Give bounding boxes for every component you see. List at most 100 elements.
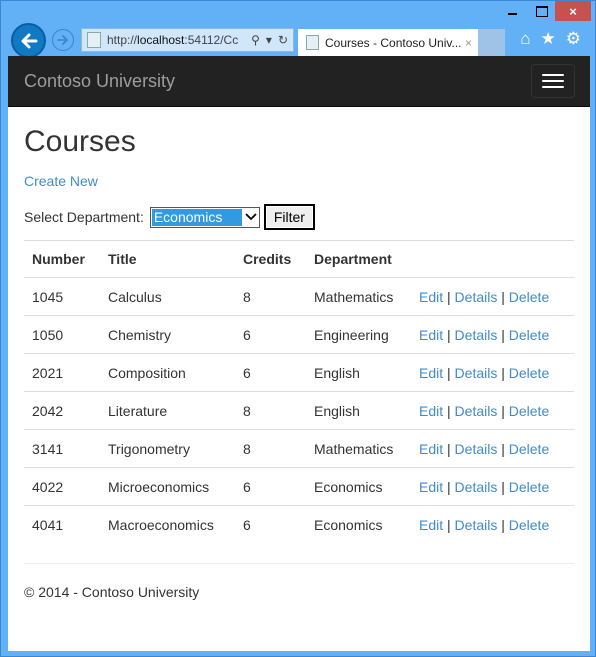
settings-gear-icon[interactable]: ⚙ [566, 29, 581, 49]
separator: | [501, 326, 505, 343]
details-link[interactable]: Details [455, 327, 498, 343]
separator: | [501, 440, 505, 457]
back-arrow-icon [21, 33, 37, 48]
filter-form: Select Department: Economics Filter [24, 204, 574, 230]
delete-link[interactable]: Delete [509, 327, 549, 343]
url-rest: :54112/Cc [184, 33, 239, 47]
cell-department: Economics [306, 467, 411, 506]
separator: | [501, 516, 505, 533]
cell-department: English [306, 353, 411, 392]
maximize-button[interactable] [527, 1, 557, 21]
browser-window: × http://localhost:54112/Cc ⚲ ▾ ↻ Course… [0, 0, 596, 657]
courses-table: Number Title Credits Department 1045 Calc… [24, 240, 574, 543]
footer-text: © 2014 - Contoso University [24, 584, 200, 600]
search-icon[interactable]: ⚲ [251, 33, 260, 47]
cell-actions: Edit | Details | Delete [411, 391, 574, 430]
separator: | [447, 440, 451, 457]
hamburger-bar-icon [542, 86, 564, 88]
table-row: 2021 Composition 6 English Edit | Details | … [24, 353, 574, 392]
delete-link[interactable]: Delete [509, 441, 549, 457]
cell-title: Trigonometry [100, 429, 235, 468]
delete-link[interactable]: Delete [509, 289, 549, 305]
separator: | [447, 288, 451, 305]
cell-actions: Edit | Details | Delete [411, 315, 574, 354]
edit-link[interactable]: Edit [419, 403, 443, 419]
cell-title: Composition [100, 353, 235, 392]
details-link[interactable]: Details [455, 517, 498, 533]
delete-link[interactable]: Delete [509, 365, 549, 381]
tab-page-icon [306, 35, 319, 50]
cell-department: Mathematics [306, 277, 411, 316]
cell-number: 4041 [24, 505, 100, 543]
department-select[interactable]: Economics [149, 206, 260, 228]
hamburger-bar-icon [542, 80, 564, 82]
table-row: 2042 Literature 8 English Edit | Details | D… [24, 391, 574, 430]
cell-department: Engineering [306, 315, 411, 354]
minimize-button[interactable] [497, 1, 527, 21]
cell-number: 3141 [24, 429, 100, 468]
home-icon[interactable]: ⌂ [520, 29, 530, 49]
page-title: Courses [24, 125, 136, 158]
cell-title: Macroeconomics [100, 505, 235, 543]
delete-link[interactable]: Delete [509, 517, 549, 533]
details-link[interactable]: Details [455, 479, 498, 495]
close-button[interactable]: × [555, 1, 591, 21]
favorites-star-icon[interactable]: ★ [541, 29, 556, 49]
details-link[interactable]: Details [455, 403, 498, 419]
forward-button[interactable] [52, 29, 74, 51]
address-bar[interactable]: http://localhost:54112/Cc ⚲ ▾ ↻ [81, 28, 294, 52]
main-content: Courses Create New Select Department: Ec… [8, 125, 590, 600]
cell-department: Economics [306, 505, 411, 543]
table-row: 4022 Microeconomics 6 Economics Edit | Detai… [24, 467, 574, 506]
cell-credits: 6 [235, 315, 306, 354]
minimize-icon [507, 13, 517, 15]
cell-title: Calculus [100, 277, 235, 316]
edit-link[interactable]: Edit [419, 327, 443, 343]
navbar: Contoso University [8, 56, 590, 107]
separator: | [447, 326, 451, 343]
url-text[interactable]: http://localhost:54112/Cc [107, 33, 251, 47]
new-tab-button[interactable] [478, 29, 505, 56]
separator: | [501, 402, 505, 419]
tab-close-icon[interactable]: × [465, 36, 472, 50]
details-link[interactable]: Details [455, 441, 498, 457]
navbar-toggle-button[interactable] [531, 64, 575, 98]
details-link[interactable]: Details [455, 365, 498, 381]
delete-link[interactable]: Delete [509, 403, 549, 419]
cell-credits: 6 [235, 505, 306, 543]
cell-credits: 6 [235, 353, 306, 392]
details-link[interactable]: Details [455, 289, 498, 305]
header-actions [411, 240, 574, 278]
table-row: 1045 Calculus 8 Mathematics Edit | Details |… [24, 277, 574, 316]
separator: | [447, 364, 451, 381]
edit-link[interactable]: Edit [419, 441, 443, 457]
create-new-link[interactable]: Create New [24, 173, 98, 189]
cell-actions: Edit | Details | Delete [411, 353, 574, 392]
header-number: Number [24, 240, 100, 278]
cell-number: 2042 [24, 391, 100, 430]
cell-credits: 8 [235, 277, 306, 316]
tab-title: Courses - Contoso Univ... [325, 35, 462, 50]
brand-link[interactable]: Contoso University [24, 71, 175, 92]
delete-link[interactable]: Delete [509, 479, 549, 495]
edit-link[interactable]: Edit [419, 517, 443, 533]
dropdown-icon[interactable]: ▾ [266, 33, 272, 47]
refresh-icon[interactable]: ↻ [278, 33, 288, 47]
cell-number: 4022 [24, 467, 100, 506]
edit-link[interactable]: Edit [419, 365, 443, 381]
browser-tab[interactable]: Courses - Contoso Univ... × [298, 29, 478, 56]
filter-button[interactable]: Filter [263, 204, 315, 230]
cell-credits: 8 [235, 429, 306, 468]
cell-title: Literature [100, 391, 235, 430]
separator: | [447, 402, 451, 419]
back-button[interactable] [11, 23, 46, 58]
footer-divider [24, 563, 574, 564]
edit-link[interactable]: Edit [419, 289, 443, 305]
cell-title: Microeconomics [100, 467, 235, 506]
page-viewport: Contoso University Courses Create New Se… [8, 56, 590, 651]
header-credits: Credits [235, 240, 306, 278]
forward-arrow-icon [57, 35, 68, 45]
cell-actions: Edit | Details | Delete [411, 429, 574, 468]
cell-actions: Edit | Details | Delete [411, 467, 574, 506]
edit-link[interactable]: Edit [419, 479, 443, 495]
